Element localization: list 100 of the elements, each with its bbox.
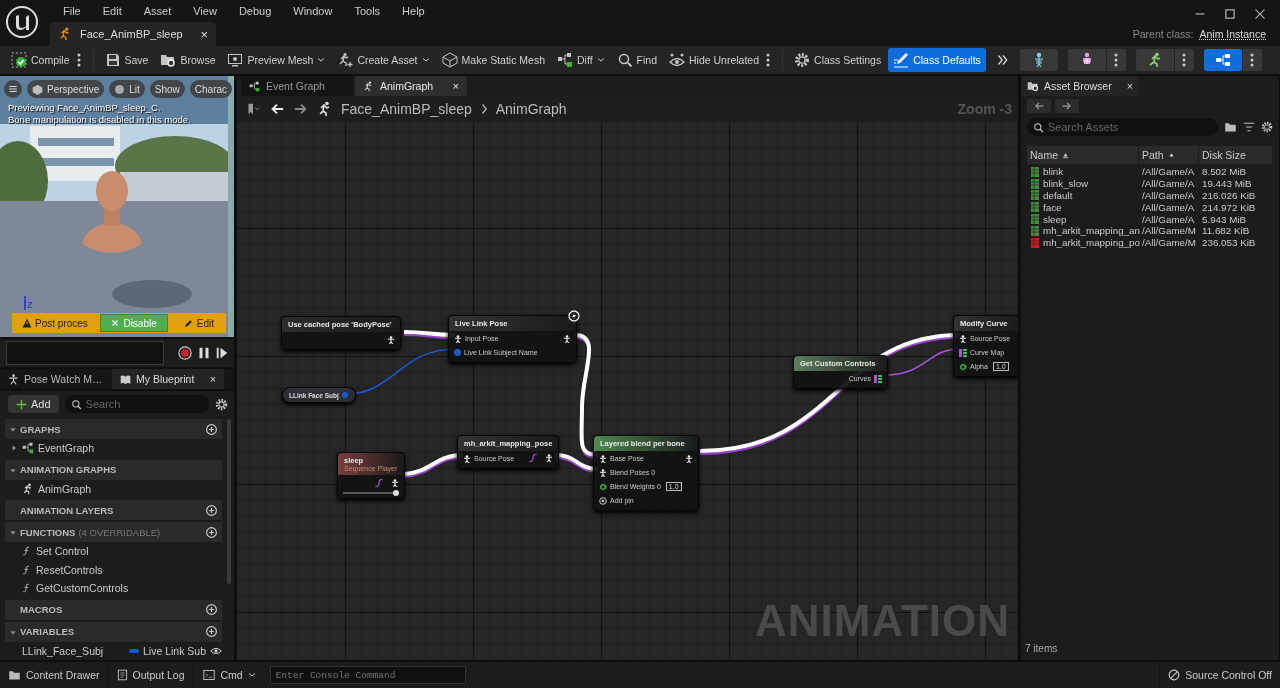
overflow-button[interactable] xyxy=(995,54,1010,66)
viewport-button[interactable]: Charac xyxy=(189,80,233,98)
figure-icon xyxy=(387,335,395,344)
close-button[interactable]: × xyxy=(200,26,208,42)
menu-icon xyxy=(8,84,18,94)
menu-item[interactable]: View xyxy=(182,5,228,17)
breadcrumb-link[interactable]: Face_AnimBP_sleep xyxy=(341,101,472,117)
forward-icon xyxy=(1062,101,1072,111)
menu-item[interactable]: Debug xyxy=(227,5,283,17)
status-button[interactable]: Content Drawer xyxy=(0,662,109,688)
add-button[interactable] xyxy=(205,603,218,616)
item-count: 7 items xyxy=(1024,643,1059,656)
mode-button[interactable] xyxy=(1203,49,1242,71)
menu-item[interactable]: Window xyxy=(282,5,344,17)
panel-tab[interactable]: Asset Browser × xyxy=(1021,76,1139,96)
toolbar-button[interactable]: Make Static Mesh xyxy=(436,48,550,72)
tree-item[interactable]: LLink_Face_Subj Live Link Sub xyxy=(0,641,222,660)
pencil-icon xyxy=(183,318,193,328)
menu-item[interactable]: File xyxy=(52,5,92,17)
diagram-icon xyxy=(22,442,34,455)
section-header[interactable]: MACROS xyxy=(5,599,222,620)
ring-icon xyxy=(599,483,607,490)
column-header[interactable]: Name xyxy=(1027,146,1139,164)
panel-tab[interactable]: My Blueprint × xyxy=(112,369,224,389)
asset-row[interactable]: mh_arkit_mapping_po /All/Game/M 236.053 KiB xyxy=(1027,236,1273,249)
add-button[interactable]: Add xyxy=(8,395,59,413)
asset-row[interactable]: blink /All/Game/A 8.502 MiB xyxy=(1027,166,1273,178)
close-button[interactable]: × xyxy=(452,80,459,92)
menu-item[interactable]: Tools xyxy=(343,5,392,17)
menu-item[interactable]: Help xyxy=(391,5,436,17)
warning-icon xyxy=(22,318,32,328)
toolbar-button[interactable]: Preview Mesh xyxy=(222,48,331,72)
toolbar-button[interactable]: Create Asset xyxy=(332,48,435,72)
search-field[interactable]: Search xyxy=(64,395,209,413)
search-field[interactable]: Search Assets xyxy=(1027,118,1218,136)
diagram-icon xyxy=(1214,52,1231,68)
runner-icon xyxy=(363,80,374,92)
menu-item[interactable]: Asset xyxy=(132,5,183,17)
log-icon xyxy=(116,669,128,681)
asset-row[interactable]: sleep /All/Game/A 5.943 MiB xyxy=(1027,213,1273,225)
more-icon xyxy=(1182,53,1187,67)
section-header[interactable]: GRAPHS xyxy=(5,419,222,439)
playback-thumb[interactable] xyxy=(393,490,400,496)
section-title: ANIMATION GRAPHS xyxy=(20,464,117,475)
timeline-field[interactable] xyxy=(6,341,164,366)
figure-icon xyxy=(599,468,607,477)
item-label: EventGraph xyxy=(38,442,95,455)
panel-tab[interactable]: Pose Watch M… xyxy=(0,369,112,389)
parent-class-link[interactable]: Anim Instance xyxy=(1199,28,1266,40)
column-header[interactable]: Path xyxy=(1139,146,1199,164)
search-icon xyxy=(616,52,633,68)
parent-class-label: Parent class: xyxy=(1132,28,1194,40)
toolbar-button[interactable]: Compile xyxy=(6,48,75,72)
add-button[interactable] xyxy=(205,525,218,539)
asset-row[interactable]: face /All/Game/A 214.972 KiB xyxy=(1027,201,1273,214)
edit-button[interactable]: Edit xyxy=(171,317,226,329)
tree-item[interactable]: Set Control xyxy=(0,542,222,561)
asset-row[interactable]: default /All/Game/A 216.026 KiB xyxy=(1027,189,1273,202)
source-control-button[interactable]: Source Control Off xyxy=(1159,662,1280,688)
add-button[interactable] xyxy=(205,625,218,638)
section-title: VARIABLES xyxy=(20,626,75,637)
console-field[interactable]: Enter Console Command xyxy=(269,666,466,684)
toolbar-button[interactable]: Find xyxy=(611,48,662,72)
tree-item[interactable]: GetCustomControls xyxy=(0,579,222,598)
axis-icon xyxy=(24,296,26,310)
add-button[interactable] xyxy=(205,503,218,517)
status-button[interactable]: Output Log xyxy=(108,662,194,688)
cube-icon xyxy=(32,83,43,95)
document-tab[interactable]: Face_AnimBP_sleep × xyxy=(50,22,216,46)
toolbar-button[interactable]: Class Settings xyxy=(789,48,887,72)
close-button[interactable]: × xyxy=(209,373,216,385)
toolbar-button[interactable]: Hide Unrelated xyxy=(664,48,765,72)
asset-row[interactable]: blink_slow /All/Game/A 19.443 MiB xyxy=(1027,177,1273,190)
tree-item[interactable]: ResetControls xyxy=(0,560,222,579)
viewport-button[interactable]: Lit xyxy=(109,80,145,98)
search-icon xyxy=(1033,121,1044,133)
column-header[interactable]: Disk Size xyxy=(1199,146,1273,164)
toolbar-button[interactable]: Class Defaults xyxy=(888,48,986,72)
section-header[interactable]: ANIMATION LAYERS xyxy=(5,500,222,520)
section-header[interactable]: VARIABLES xyxy=(5,621,222,642)
toolbar-button[interactable]: Save xyxy=(99,48,154,72)
section-header[interactable]: FUNCTIONS (4 OVERRIDABLE) xyxy=(5,522,222,542)
tree-item[interactable]: AnimGraph xyxy=(0,479,222,498)
table-cell-text: 8.502 MiB xyxy=(1201,166,1248,178)
close-button[interactable]: × xyxy=(1126,80,1133,92)
toolbar-button[interactable]: Diff xyxy=(552,48,610,72)
add-button[interactable] xyxy=(205,422,218,436)
section-header[interactable]: ANIMATION GRAPHS xyxy=(5,459,222,480)
tree-item[interactable]: EventGraph xyxy=(0,439,222,458)
asset-row[interactable]: mh_arkit_mapping_an /All/Game/M 11.682 KiB xyxy=(1027,225,1273,237)
forward-button[interactable] xyxy=(1055,99,1079,113)
back-button[interactable] xyxy=(1027,99,1051,113)
menu-item[interactable]: Edit xyxy=(91,5,133,17)
logo-icon[interactable] xyxy=(6,6,38,38)
breadcrumb-link[interactable]: AnimGraph xyxy=(495,101,567,117)
viewport-button[interactable]: Perspective xyxy=(27,80,105,98)
cmd-dropdown[interactable]: Cmd xyxy=(193,662,264,688)
graph-tab[interactable]: AnimGraph × xyxy=(355,76,467,96)
toolbar-button[interactable]: Browse xyxy=(155,48,221,72)
graph-tab[interactable]: Event Graph xyxy=(241,76,353,96)
